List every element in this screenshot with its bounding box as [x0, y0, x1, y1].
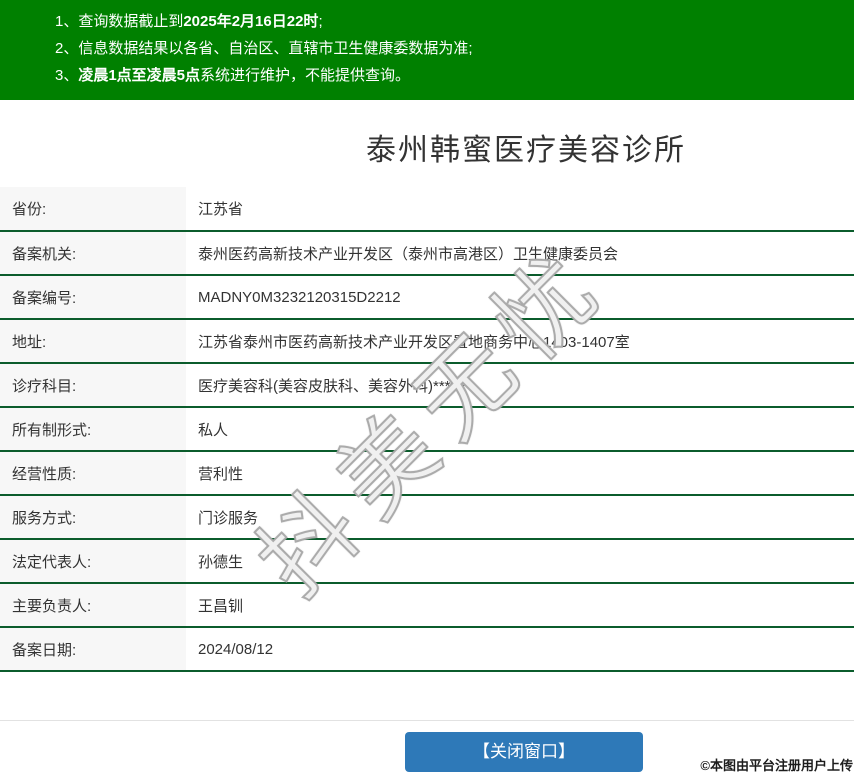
result-content: 泰州韩蜜医疗美容诊所 省份: 江苏省 备案机关: 泰州医药高新技术产业开发区（泰…: [0, 131, 854, 772]
table-row: 备案机关: 泰州医药高新技术产业开发区（泰州市高港区）卫生健康委员会: [0, 231, 854, 275]
notice-line-3-text: 3、: [55, 67, 78, 84]
table-row: 省份: 江苏省: [0, 187, 854, 231]
notice-line-3-bold: 凌晨1点至凌晨5点: [78, 67, 200, 84]
row-value: 2024/08/12: [186, 627, 854, 671]
row-value: 江苏省泰州市医药高新技术产业开发区置地商务中心1403-1407室: [186, 319, 854, 363]
row-label: 地址:: [0, 319, 186, 363]
row-value: 江苏省: [186, 187, 854, 231]
row-label: 法定代表人:: [0, 539, 186, 583]
row-label: 诊疗科目:: [0, 363, 186, 407]
row-value: 医疗美容科(美容皮肤科、美容外科)******: [186, 363, 854, 407]
row-value: MADNY0M3232120315D2212: [186, 275, 854, 319]
upload-stamp-watermark: ©本图由平台注册用户上传: [700, 755, 853, 774]
row-value: 泰州医药高新技术产业开发区（泰州市高港区）卫生健康委员会: [186, 231, 854, 275]
close-window-button[interactable]: 【关闭窗口】: [405, 732, 643, 772]
notice-line-1-bold: 2025年2月16日22时: [183, 13, 318, 30]
row-value: 孙德生: [186, 539, 854, 583]
table-row: 地址: 江苏省泰州市医药高新技术产业开发区置地商务中心1403-1407室: [0, 319, 854, 363]
table-row: 备案日期: 2024/08/12: [0, 627, 854, 671]
row-label: 所有制形式:: [0, 407, 186, 451]
notice-banner: 1、查询数据截止到2025年2月16日22时; 2、信息数据结果以各省、自治区、…: [0, 0, 854, 100]
facility-info-table: 省份: 江苏省 备案机关: 泰州医药高新技术产业开发区（泰州市高港区）卫生健康委…: [0, 187, 854, 672]
notice-line-1-text: 1、查询数据截止到: [55, 13, 183, 30]
row-label: 省份:: [0, 187, 186, 231]
notice-line-3-suffix: 系统进行维护，不能提供查询。: [200, 67, 410, 84]
table-row: 诊疗科目: 医疗美容科(美容皮肤科、美容外科)******: [0, 363, 854, 407]
table-row: 服务方式: 门诊服务: [0, 495, 854, 539]
table-row: 经营性质: 营利性: [0, 451, 854, 495]
footer-divider: [0, 720, 854, 721]
table-row: 主要负责人: 王昌钏: [0, 583, 854, 627]
row-value: 王昌钏: [186, 583, 854, 627]
notice-line-1: 1、查询数据截止到2025年2月16日22时;: [55, 8, 844, 35]
row-label: 备案编号:: [0, 275, 186, 319]
table-row: 所有制形式: 私人: [0, 407, 854, 451]
page-title: 泰州韩蜜医疗美容诊所: [0, 131, 854, 171]
row-value: 门诊服务: [186, 495, 854, 539]
row-value: 私人: [186, 407, 854, 451]
table-row: 法定代表人: 孙德生: [0, 539, 854, 583]
notice-line-2-text: 2、信息数据结果以各省、自治区、直辖市卫生健康委数据为准;: [55, 40, 473, 57]
row-label: 服务方式:: [0, 495, 186, 539]
notice-line-2: 2、信息数据结果以各省、自治区、直辖市卫生健康委数据为准;: [55, 35, 844, 62]
row-value: 营利性: [186, 451, 854, 495]
row-label: 主要负责人:: [0, 583, 186, 627]
row-label: 备案机关:: [0, 231, 186, 275]
notice-line-1-suffix: ;: [318, 13, 322, 30]
row-label: 经营性质:: [0, 451, 186, 495]
table-row: 备案编号: MADNY0M3232120315D2212: [0, 275, 854, 319]
notice-line-3: 3、凌晨1点至凌晨5点系统进行维护，不能提供查询。: [55, 62, 844, 89]
row-label: 备案日期:: [0, 627, 186, 671]
